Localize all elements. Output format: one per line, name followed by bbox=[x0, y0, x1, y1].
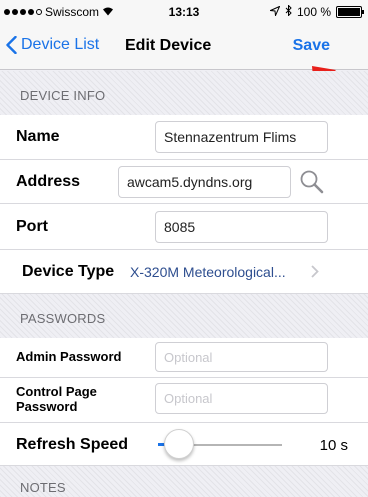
device-info-header: DEVICE INFO bbox=[0, 71, 368, 115]
address-label: Address bbox=[16, 173, 81, 190]
back-button-label: Device List bbox=[21, 36, 100, 53]
name-row: Name Stennazentrum Flims bbox=[0, 115, 368, 160]
refresh-speed-label: Refresh Speed bbox=[16, 436, 129, 453]
battery-level-fill bbox=[338, 8, 360, 16]
address-row: Address awcam5.dyndns.org bbox=[0, 160, 368, 204]
admin-password-label: Admin Password bbox=[16, 349, 122, 364]
control-password-label-line1: Control Page bbox=[16, 384, 97, 399]
back-button[interactable]: Device List bbox=[6, 36, 99, 54]
save-button[interactable]: Save bbox=[293, 37, 330, 55]
port-label: Port bbox=[16, 218, 48, 235]
chevron-left-icon bbox=[6, 36, 17, 54]
slider-thumb[interactable] bbox=[164, 429, 195, 459]
page-title: Edit Device bbox=[125, 37, 212, 54]
passwords-header: PASSWORDS bbox=[0, 294, 368, 338]
port-field[interactable]: 8085 bbox=[155, 211, 328, 243]
control-password-row: Control Page Password Optional bbox=[0, 378, 368, 423]
battery-percent: 100 % bbox=[296, 5, 331, 19]
search-icon[interactable] bbox=[299, 169, 325, 200]
passwords-header-text: PASSWORDS bbox=[20, 311, 106, 326]
refresh-speed-slider[interactable] bbox=[158, 429, 282, 459]
name-field[interactable]: Stennazentrum Flims bbox=[155, 121, 328, 153]
notes-header-text: NOTES bbox=[20, 480, 66, 495]
location-icon bbox=[268, 5, 281, 19]
refresh-speed-value: 10 s bbox=[319, 437, 348, 454]
name-label: Name bbox=[16, 128, 60, 145]
battery-icon bbox=[336, 6, 364, 18]
control-password-field[interactable]: Optional bbox=[155, 383, 328, 414]
admin-password-field[interactable]: Optional bbox=[155, 342, 328, 372]
port-row: Port 8085 bbox=[0, 204, 368, 250]
refresh-speed-row: Refresh Speed 10 s bbox=[0, 423, 368, 466]
device-info-header-text: DEVICE INFO bbox=[20, 88, 106, 103]
chevron-right-icon bbox=[311, 265, 319, 283]
bluetooth-icon bbox=[285, 4, 292, 19]
device-type-row[interactable]: Device Type X-320M Meteorological... bbox=[0, 250, 368, 294]
admin-password-row: Admin Password Optional bbox=[0, 338, 368, 378]
control-password-label: Control Page Password bbox=[16, 384, 97, 414]
notes-header: NOTES bbox=[0, 466, 368, 497]
address-field[interactable]: awcam5.dyndns.org bbox=[118, 166, 291, 198]
device-type-value: X-320M Meteorological... bbox=[130, 264, 286, 280]
status-bar: Swisscom 13:13 100 % bbox=[0, 0, 368, 24]
device-type-label: Device Type bbox=[22, 263, 115, 280]
control-password-label-line2: Password bbox=[16, 399, 78, 414]
